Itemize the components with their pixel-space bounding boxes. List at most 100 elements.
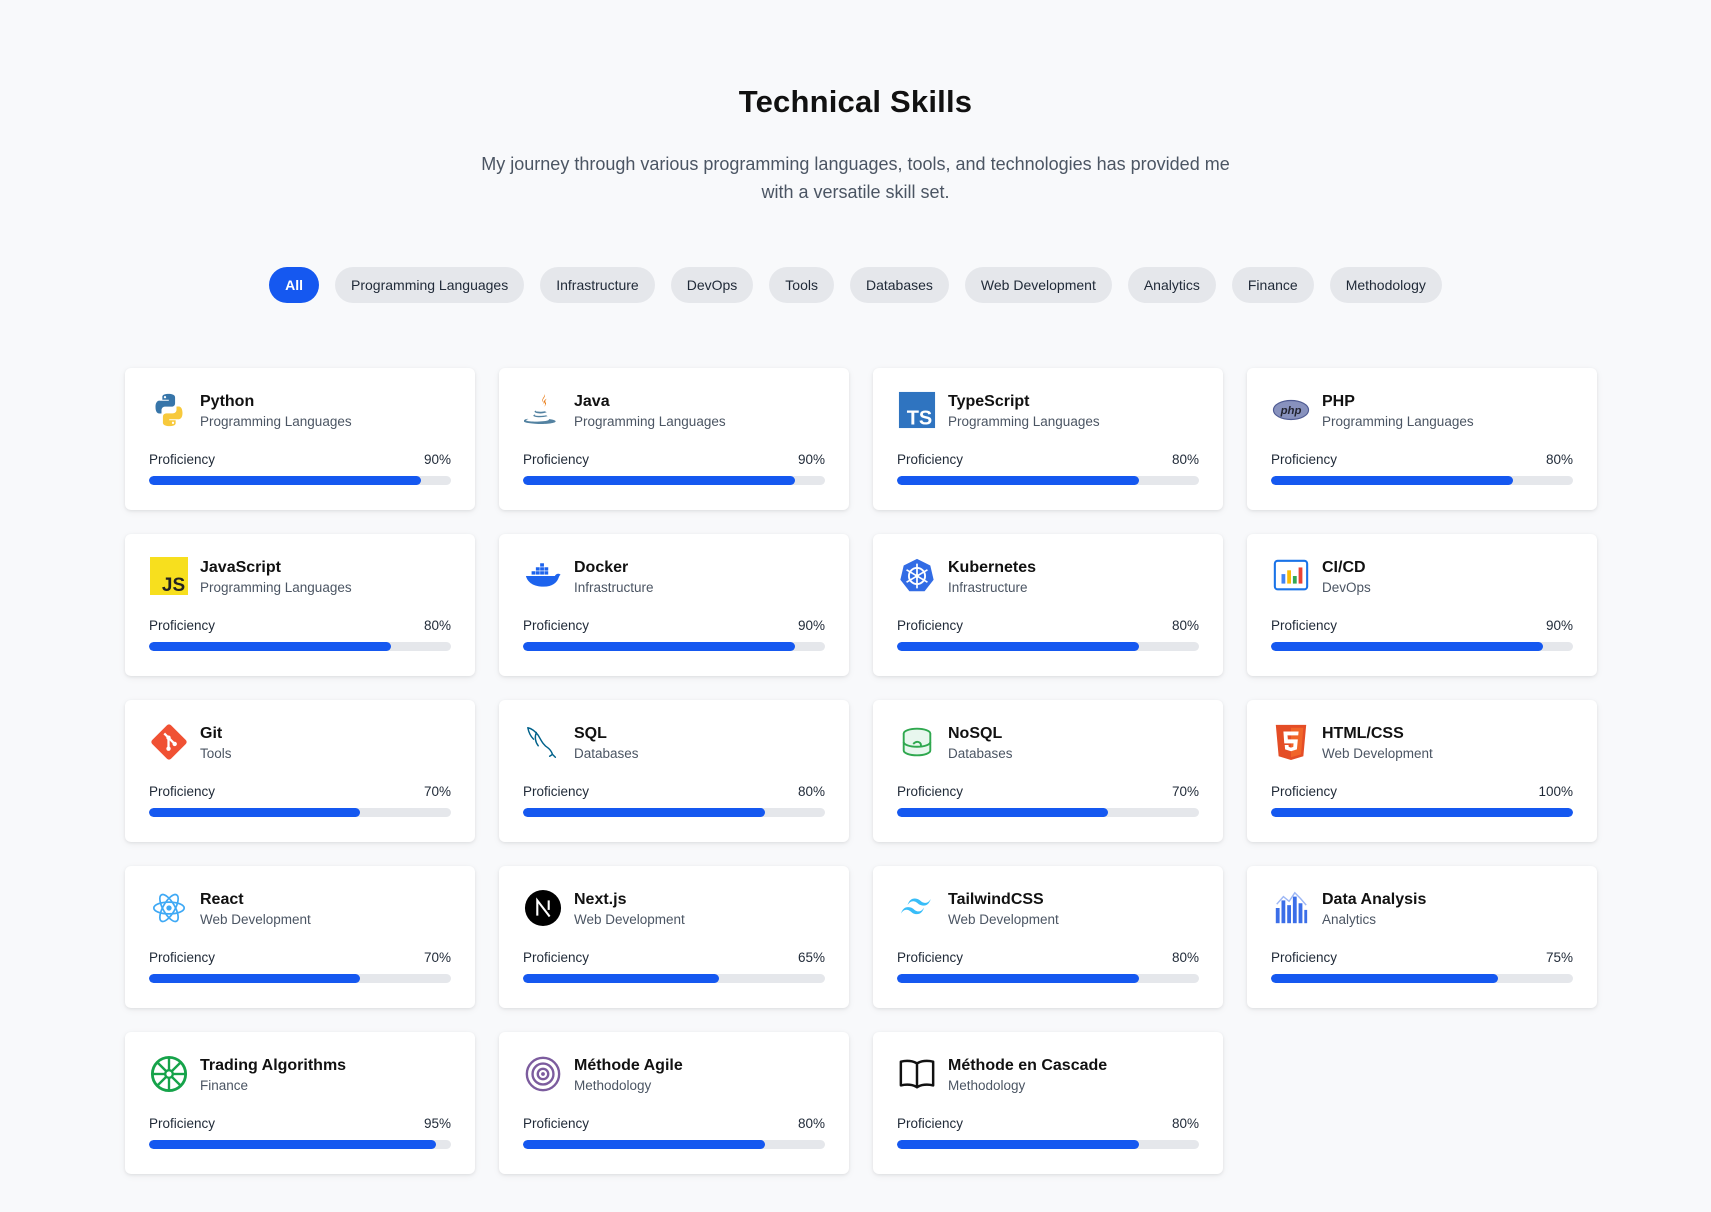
proficiency-bar: [149, 974, 451, 983]
svg-text:php: php: [1280, 405, 1302, 417]
typescript-icon: TS: [897, 390, 937, 430]
proficiency-percent: 80%: [797, 1116, 825, 1131]
proficiency-bar-fill: [149, 476, 421, 485]
proficiency-label: Proficiency: [149, 1116, 216, 1131]
proficiency-label: Proficiency: [897, 1116, 964, 1131]
skill-title-group: SQL Databases: [574, 722, 639, 764]
filter-infrastructure[interactable]: Infrastructure: [540, 267, 655, 303]
skill-title-group: Docker Infrastructure: [574, 556, 654, 598]
proficiency-label: Proficiency: [897, 784, 964, 799]
skill-name: Java: [574, 393, 610, 410]
proficiency-percent: 70%: [423, 784, 451, 799]
python-icon: [149, 390, 189, 430]
skill-name: Méthode en Cascade: [948, 1057, 1108, 1074]
svg-text:TS: TS: [907, 407, 932, 429]
proficiency-bar-fill: [1271, 808, 1573, 817]
skill-card: Data Analysis Analytics Proficiency 75%: [1247, 866, 1597, 1008]
filter-tools[interactable]: Tools: [769, 267, 834, 303]
proficiency-label: Proficiency: [897, 452, 964, 467]
skill-category: Programming Languages: [1322, 414, 1474, 429]
nosql-database-icon: [897, 722, 937, 762]
filter-web-development[interactable]: Web Development: [964, 267, 1112, 303]
filter-all[interactable]: All: [269, 267, 320, 303]
skill-title-group: HTML/CSS Web Development: [1322, 722, 1433, 764]
skill-category: Web Development: [948, 912, 1059, 927]
proficiency-label: Proficiency: [897, 950, 964, 965]
skill-title-group: Next.js Web Development: [574, 888, 685, 930]
category-filter-bar: All Programming Languages Infrastructure De…: [0, 267, 1711, 303]
proficiency-bar: [523, 974, 825, 983]
proficiency-label: Proficiency: [523, 950, 590, 965]
skill-category: Web Development: [574, 912, 685, 927]
filter-analytics[interactable]: Analytics: [1127, 267, 1216, 303]
proficiency-row: Proficiency 90%: [523, 452, 825, 467]
proficiency-bar-fill: [1271, 974, 1498, 983]
skill-title-group: Kubernetes Infrastructure: [948, 556, 1036, 598]
skill-title-group: Méthode en Cascade Methodology: [948, 1054, 1107, 1096]
skill-category: Methodology: [574, 1078, 652, 1093]
proficiency-bar: [149, 808, 451, 817]
skill-name: Méthode Agile: [574, 1057, 683, 1074]
filter-databases[interactable]: Databases: [849, 267, 949, 303]
proficiency-row: Proficiency 80%: [897, 950, 1199, 965]
skill-card: NoSQL Databases Proficiency 70%: [873, 700, 1223, 842]
skill-name: CI/CD: [1322, 559, 1366, 576]
skill-card-header: Méthode Agile Methodology: [523, 1054, 825, 1098]
skill-category: Programming Languages: [574, 414, 726, 429]
skill-name: Python: [200, 393, 255, 410]
filter-methodology[interactable]: Methodology: [1329, 267, 1442, 303]
proficiency-label: Proficiency: [523, 784, 590, 799]
proficiency-bar: [523, 476, 825, 485]
skill-category: Programming Languages: [200, 580, 352, 595]
skill-category: Programming Languages: [200, 414, 352, 429]
proficiency-row: Proficiency 90%: [1271, 618, 1573, 633]
skill-card-header: HTML/CSS Web Development: [1271, 722, 1573, 766]
skill-card: JS JavaScript Programming Languages Profici…: [125, 534, 475, 676]
proficiency-percent: 95%: [423, 1116, 451, 1131]
skill-category: Tools: [200, 746, 232, 761]
proficiency-row: Proficiency 80%: [149, 618, 451, 633]
nextjs-icon: [523, 888, 563, 928]
filter-devops[interactable]: DevOps: [670, 267, 754, 303]
proficiency-label: Proficiency: [1271, 784, 1338, 799]
proficiency-row: Proficiency 95%: [149, 1116, 451, 1131]
proficiency-bar: [1271, 974, 1573, 983]
proficiency-label: Proficiency: [149, 452, 216, 467]
proficiency-percent: 80%: [1171, 950, 1199, 965]
skill-card: Kubernetes Infrastructure Proficiency 80%: [873, 534, 1223, 676]
proficiency-bar-fill: [149, 1140, 436, 1149]
proficiency-row: Proficiency 80%: [1271, 452, 1573, 467]
proficiency-bar-fill: [523, 476, 795, 485]
proficiency-label: Proficiency: [523, 618, 590, 633]
skill-card-header: NoSQL Databases: [897, 722, 1199, 766]
skill-card-header: TailwindCSS Web Development: [897, 888, 1199, 932]
javascript-icon: JS: [149, 556, 189, 596]
proficiency-bar-fill: [149, 642, 391, 651]
proficiency-row: Proficiency 90%: [149, 452, 451, 467]
proficiency-bar: [897, 476, 1199, 485]
proficiency-bar: [897, 808, 1199, 817]
proficiency-bar-fill: [897, 974, 1139, 983]
proficiency-label: Proficiency: [523, 1116, 590, 1131]
skill-category: Methodology: [948, 1078, 1026, 1093]
skill-card-header: JS JavaScript Programming Languages: [149, 556, 451, 600]
mysql-dolphin-icon: [523, 722, 563, 762]
proficiency-bar: [897, 974, 1199, 983]
filter-programming-languages[interactable]: Programming Languages: [335, 267, 525, 303]
proficiency-row: Proficiency 80%: [897, 1116, 1199, 1131]
skill-name: SQL: [574, 725, 607, 742]
proficiency-percent: 80%: [1171, 452, 1199, 467]
proficiency-bar: [523, 1140, 825, 1149]
skill-name: Docker: [574, 559, 629, 576]
filter-finance[interactable]: Finance: [1231, 267, 1314, 303]
agile-cycle-icon: [523, 1054, 563, 1094]
skill-name: Data Analysis: [1322, 891, 1427, 908]
skill-title-group: PHP Programming Languages: [1322, 390, 1474, 432]
proficiency-percent: 80%: [1171, 618, 1199, 633]
tailwind-icon: [897, 888, 937, 928]
proficiency-percent: 80%: [1171, 1116, 1199, 1131]
proficiency-label: Proficiency: [897, 618, 964, 633]
proficiency-percent: 75%: [1545, 950, 1573, 965]
proficiency-bar: [523, 642, 825, 651]
skill-title-group: Java Programming Languages: [574, 390, 726, 432]
